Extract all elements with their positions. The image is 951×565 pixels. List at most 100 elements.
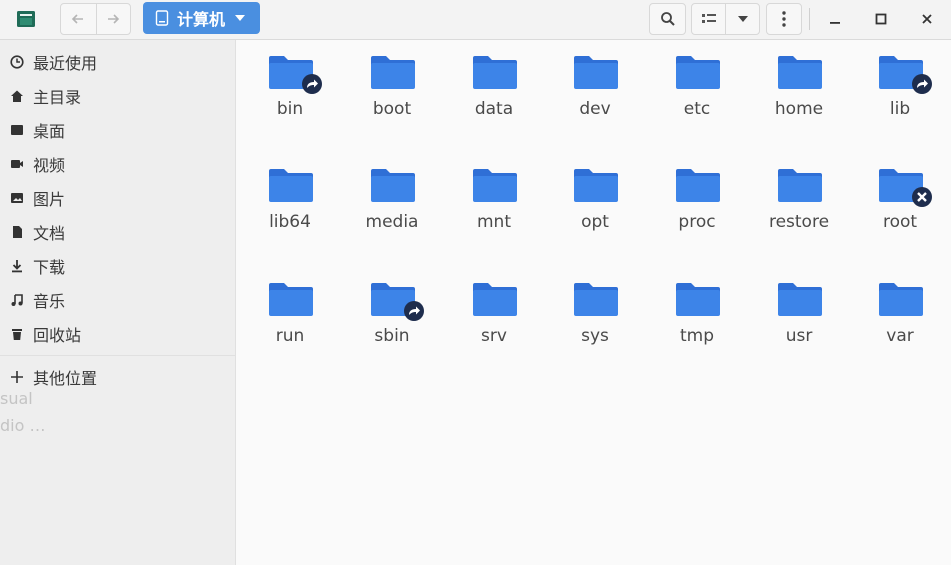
search-icon	[660, 12, 675, 26]
search-button[interactable]	[649, 3, 686, 35]
folder-icon	[473, 169, 517, 202]
folder-icon	[778, 169, 822, 202]
file-grid: bin boot data dev etc home lib lib64 media mnt opt…	[236, 40, 951, 565]
folder-item-root[interactable]: root	[852, 153, 948, 253]
folder-icon	[473, 56, 517, 89]
sidebar-item-label: 下载	[33, 258, 66, 277]
back-button[interactable]	[61, 4, 95, 34]
trash-icon	[9, 326, 25, 342]
sidebar-item-label: 图片	[33, 190, 66, 209]
folder-name: srv	[481, 326, 507, 346]
folder-item-tmp[interactable]: tmp	[649, 267, 745, 367]
background-ghost-text: dio …	[0, 416, 46, 435]
folder-item-opt[interactable]: opt	[547, 153, 643, 253]
folder-item-restore[interactable]: restore	[751, 153, 847, 253]
folder-name: root	[882, 212, 918, 232]
sidebar-item-trash[interactable]: 回收站	[0, 318, 236, 350]
folder-item-run[interactable]: run	[242, 267, 338, 367]
arrow-left-icon	[71, 14, 83, 24]
folder-icon	[778, 283, 822, 316]
sidebar-item-label: 最近使用	[33, 54, 98, 73]
folder-icon	[371, 56, 415, 89]
sidebar-separator	[0, 355, 236, 356]
folder-icon	[574, 283, 618, 316]
sidebar-item-recent[interactable]: 最近使用	[0, 46, 236, 78]
video-icon	[9, 156, 25, 172]
folder-name: opt	[581, 212, 609, 232]
sidebar-item-documents[interactable]: 文档	[0, 216, 236, 248]
desktop-icon	[9, 122, 25, 138]
folder-icon	[269, 169, 313, 202]
folder-name: boot	[372, 99, 412, 119]
folder-item-sys[interactable]: sys	[547, 267, 643, 367]
clock-icon	[9, 54, 25, 70]
forward-button[interactable]	[96, 4, 130, 34]
folder-item-proc[interactable]: proc	[649, 153, 745, 253]
minimize-icon	[830, 22, 840, 24]
folder-name: usr	[785, 326, 813, 346]
folder-item-bin[interactable]: bin	[242, 40, 338, 140]
folder-icon	[371, 169, 415, 202]
folder-icon	[473, 283, 517, 316]
folder-name: sbin	[374, 326, 410, 346]
plus-icon	[9, 369, 25, 385]
symlink-arrow-icon	[404, 301, 424, 321]
folder-item-home[interactable]: home	[751, 40, 847, 140]
background-ghost-text: sual	[0, 389, 33, 408]
home-icon	[9, 88, 25, 104]
maximize-icon	[875, 13, 887, 25]
folder-item-lib64[interactable]: lib64	[242, 153, 338, 253]
folder-item-dev[interactable]: dev	[547, 40, 643, 140]
sidebar-item-label: 其他位置	[33, 369, 98, 388]
location-path-button[interactable]: 计算机	[143, 2, 260, 34]
symlink-arrow-icon	[302, 74, 322, 94]
folder-item-etc[interactable]: etc	[649, 40, 745, 140]
folder-item-lib[interactable]: lib	[852, 40, 948, 140]
folder-name: etc	[683, 99, 711, 119]
drive-icon	[155, 10, 169, 26]
sidebar-item-label: 音乐	[33, 292, 66, 311]
folder-name: media	[365, 212, 419, 232]
folder-name: sys	[581, 326, 609, 346]
sidebar-item-home[interactable]: 主目录	[0, 80, 236, 112]
folder-icon	[676, 56, 720, 89]
maximize-button[interactable]	[866, 4, 896, 34]
folder-icon	[879, 283, 923, 316]
folder-name: dev	[579, 99, 611, 119]
list-view-button[interactable]	[692, 4, 725, 34]
folder-icon	[269, 283, 313, 316]
sidebar-item-other-locations[interactable]: 其他位置	[0, 361, 236, 393]
folder-name: tmp	[679, 326, 715, 346]
folder-icon	[574, 169, 618, 202]
folder-item-var[interactable]: var	[852, 267, 948, 367]
folder-item-srv[interactable]: srv	[446, 267, 542, 367]
picture-icon	[9, 190, 25, 206]
sidebar-item-label: 视频	[33, 156, 66, 175]
file-manager-app-icon	[14, 8, 38, 30]
sidebar-item-label: 回收站	[33, 326, 82, 345]
folder-item-sbin[interactable]: sbin	[344, 267, 440, 367]
folder-item-mnt[interactable]: mnt	[446, 153, 542, 253]
sidebar-item-downloads[interactable]: 下载	[0, 250, 236, 282]
view-menu-button[interactable]	[726, 4, 759, 34]
chevron-down-icon	[737, 16, 748, 22]
folder-item-media[interactable]: media	[344, 153, 440, 253]
sidebar-item-desktop[interactable]: 桌面	[0, 114, 236, 146]
folder-item-boot[interactable]: boot	[344, 40, 440, 140]
folder-icon	[676, 283, 720, 316]
sidebar-item-videos[interactable]: 视频	[0, 148, 236, 180]
folder-name: bin	[276, 99, 304, 119]
main-menu-button[interactable]	[766, 3, 802, 35]
header-bar: 计算机	[0, 0, 951, 40]
sidebar-item-label: 桌面	[33, 122, 66, 141]
folder-name: var	[886, 326, 914, 346]
folder-item-data[interactable]: data	[446, 40, 542, 140]
close-button[interactable]	[912, 4, 942, 34]
sidebar-item-music[interactable]: 音乐	[0, 284, 236, 316]
folder-item-usr[interactable]: usr	[751, 267, 847, 367]
minimize-button[interactable]	[820, 4, 850, 34]
document-icon	[9, 224, 25, 240]
folder-icon	[676, 169, 720, 202]
folder-name: proc	[678, 212, 716, 232]
sidebar-item-pictures[interactable]: 图片	[0, 182, 236, 214]
